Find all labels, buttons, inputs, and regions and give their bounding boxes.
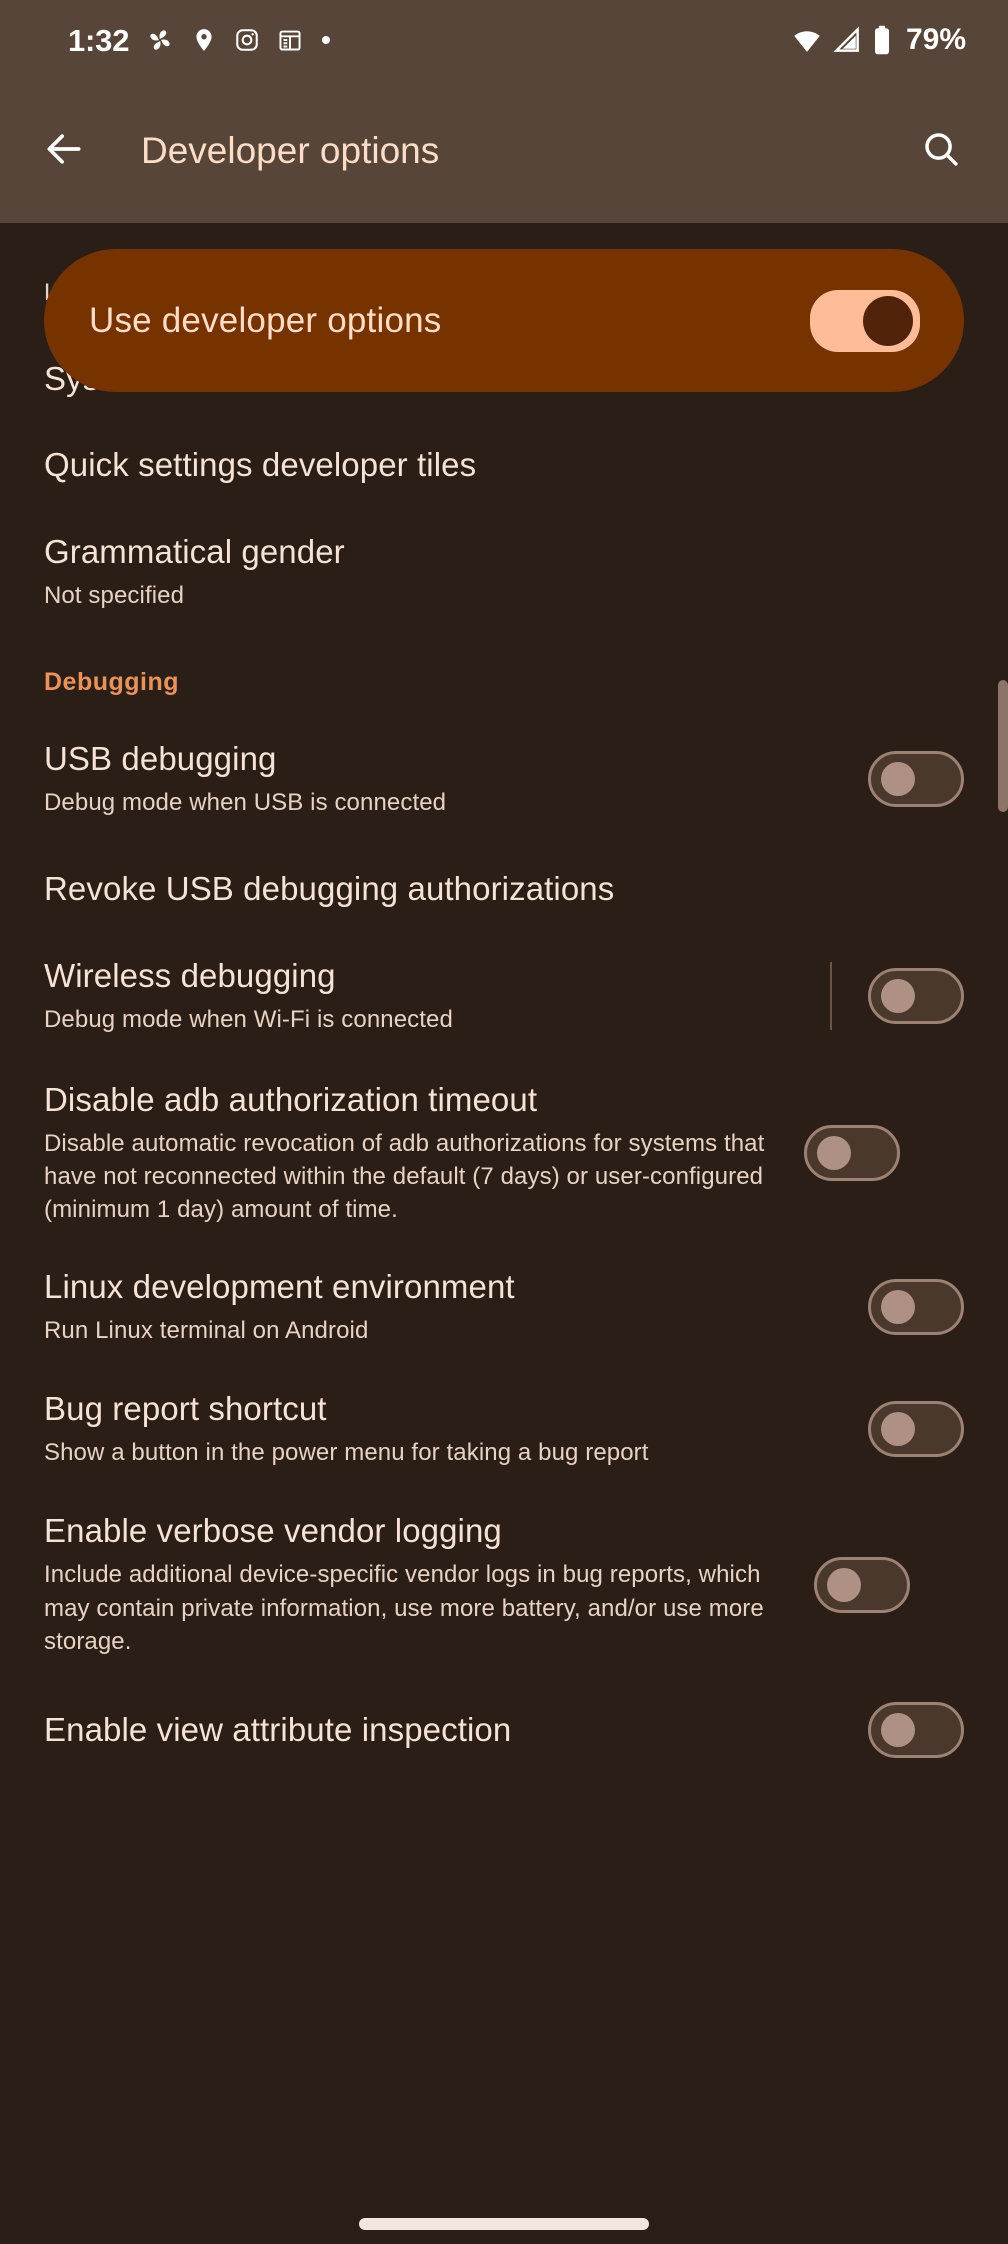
- use-developer-options-label: Use developer options: [89, 300, 442, 340]
- wireless-debugging-switch[interactable]: [868, 967, 964, 1024]
- search-button[interactable]: [906, 117, 976, 187]
- list-item-quick-settings-developer-tiles[interactable]: Quick settings developer tiles: [0, 399, 1008, 485]
- list-item-enable-verbose-vendor-logging[interactable]: Enable verbose vendor logging Include ad…: [0, 1469, 1008, 1658]
- row-summary: Show a button in the power menu for taki…: [44, 1439, 649, 1467]
- row-title: Grammatical gender: [44, 532, 345, 570]
- bug-report-shortcut-switch[interactable]: [868, 1401, 964, 1458]
- list-item-enable-view-attribute-inspection[interactable]: Enable view attribute inspection: [0, 1658, 1008, 1758]
- switch-thumb: [817, 1136, 851, 1171]
- enable-view-attribute-inspection-switch[interactable]: [868, 1701, 964, 1758]
- row-divider: [830, 961, 832, 1030]
- switch-thumb: [881, 978, 915, 1013]
- switch-thumb: [881, 1289, 915, 1324]
- status-bar-left: 1:32: [68, 25, 332, 56]
- switch-thumb: [863, 295, 913, 346]
- row-texts: Enable view attribute inspection: [44, 1710, 868, 1750]
- row-summary: Debug mode when Wi-Fi is connected: [44, 1005, 453, 1033]
- switch-thumb: [827, 1567, 861, 1602]
- search-icon: [920, 128, 962, 175]
- row-summary: Include additional device-specific vendo…: [44, 1561, 764, 1655]
- dot-icon: [320, 34, 332, 46]
- row-summary: Debug mode when USB is connected: [44, 789, 447, 817]
- row-texts: Wireless debugging Debug mode when Wi-Fi…: [44, 956, 830, 1036]
- list-item-disable-adb-authorization-timeout[interactable]: Disable adb authorization timeout Disabl…: [0, 1036, 1008, 1227]
- row-texts: Grammatical gender Not specified: [44, 532, 964, 612]
- use-developer-options-card[interactable]: Use developer options: [44, 249, 964, 392]
- row-title: Enable view attribute inspection: [44, 1710, 512, 1748]
- use-developer-options-switch[interactable]: [810, 289, 920, 352]
- switch-thumb: [881, 1412, 915, 1447]
- row-texts: USB debugging Debug mode when USB is con…: [44, 739, 868, 819]
- row-title: USB debugging: [44, 739, 277, 777]
- row-summary: Disable automatic revocation of adb auth…: [44, 1130, 765, 1224]
- row-title: Enable verbose vendor logging: [44, 1512, 502, 1550]
- switch-thumb: [881, 762, 915, 797]
- row-title: Disable adb authorization timeout: [44, 1080, 538, 1118]
- row-summary: Run Linux terminal on Android: [44, 1316, 369, 1344]
- row-title: Bug report shortcut: [44, 1389, 327, 1427]
- row-texts: Bug report shortcut Show a button in the…: [44, 1389, 868, 1469]
- row-texts: Enable verbose vendor logging Include ad…: [44, 1511, 814, 1658]
- gesture-navigation-pill[interactable]: [359, 2218, 649, 2230]
- status-bar: 1:32 79%: [0, 0, 1008, 80]
- pinwheel-icon: [146, 26, 174, 54]
- page-title: Developer options: [141, 130, 440, 172]
- row-title: Quick settings developer tiles: [44, 446, 477, 484]
- battery-icon: [872, 25, 892, 55]
- list-item-grammatical-gender[interactable]: Grammatical gender Not specified: [0, 486, 1008, 612]
- settings-list[interactable]: Load a Dynamic System Update Image Syste…: [0, 223, 1008, 2244]
- signal-icon: [832, 25, 862, 55]
- row-summary: Not specified: [44, 581, 185, 609]
- calendar-icon: [277, 27, 303, 53]
- app-bar: Developer options: [0, 80, 1008, 223]
- list-item-wireless-debugging[interactable]: Wireless debugging Debug mode when Wi-Fi…: [0, 910, 1008, 1036]
- linux-development-environment-switch[interactable]: [868, 1278, 964, 1335]
- instagram-icon: [234, 27, 260, 53]
- list-item-bug-report-shortcut[interactable]: Bug report shortcut Show a button in the…: [0, 1347, 1008, 1469]
- back-button[interactable]: [28, 116, 100, 188]
- list-item-linux-development-environment[interactable]: Linux development environment Run Linux …: [0, 1227, 1008, 1347]
- row-title: Wireless debugging: [44, 956, 336, 994]
- row-title: Linux development environment: [44, 1267, 515, 1305]
- switch-thumb: [881, 1712, 915, 1747]
- section-header-debugging: Debugging: [44, 667, 180, 696]
- row-title: Revoke USB debugging authorizations: [44, 870, 615, 908]
- usb-debugging-switch[interactable]: [868, 751, 964, 808]
- list-item-revoke-usb-debugging-authorizations[interactable]: Revoke USB debugging authorizations: [0, 819, 1008, 909]
- row-texts: Revoke USB debugging authorizations: [44, 869, 964, 909]
- developer-options-screen: 1:32 79% Developer options Quick setting…: [0, 0, 1008, 2244]
- row-texts: Disable adb authorization timeout Disabl…: [44, 1080, 804, 1227]
- disable-adb-authorization-timeout-switch[interactable]: [804, 1125, 900, 1182]
- location-pin-icon: [191, 27, 217, 53]
- battery-percentage: 79%: [905, 23, 966, 56]
- status-bar-clock: 1:32: [68, 22, 130, 58]
- scrollbar-thumb[interactable]: [998, 680, 1008, 812]
- row-texts: Linux development environment Run Linux …: [44, 1267, 868, 1347]
- wifi-icon: [792, 25, 822, 55]
- arrow-back-icon: [42, 127, 86, 176]
- enable-verbose-vendor-logging-switch[interactable]: [814, 1556, 910, 1613]
- row-texts: Quick settings developer tiles: [44, 445, 964, 485]
- list-item-usb-debugging[interactable]: USB debugging Debug mode when USB is con…: [0, 697, 1008, 819]
- status-bar-right: 79%: [792, 23, 966, 57]
